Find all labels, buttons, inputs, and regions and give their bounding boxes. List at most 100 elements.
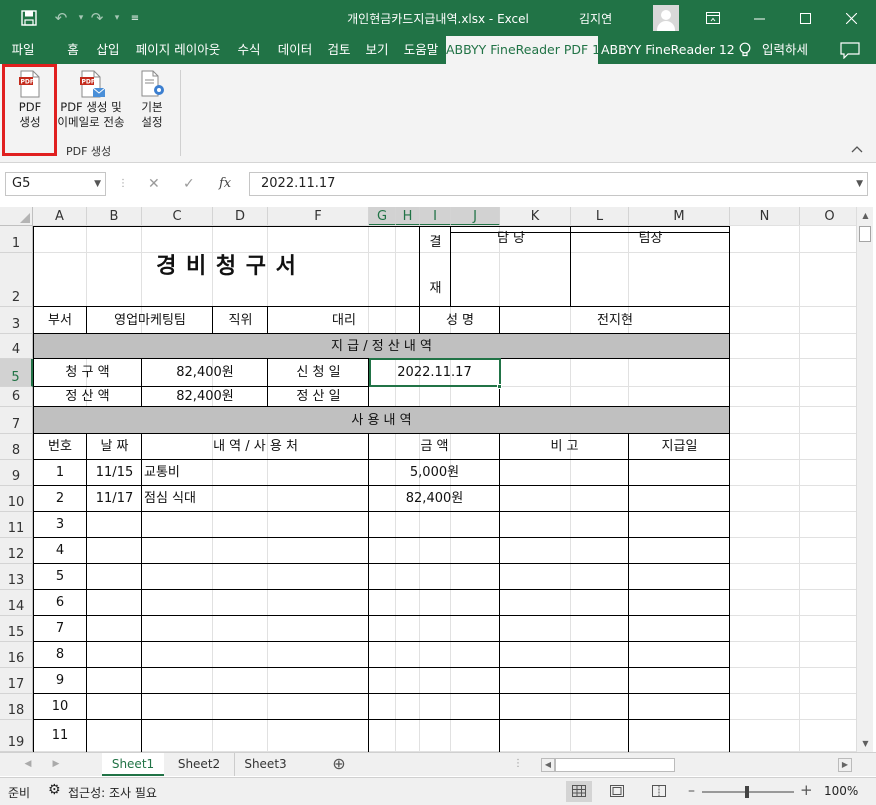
column-header-f[interactable]: F: [268, 207, 369, 226]
row-header-6[interactable]: 6: [0, 387, 33, 407]
settings-document-icon: [141, 70, 164, 97]
zoom-level[interactable]: 100%: [824, 784, 858, 798]
header-pay-date: 지급일: [661, 439, 698, 454]
tab-abbyy-finereader-12[interactable]: ABBYY FineReader 12: [601, 36, 735, 64]
insert-function-button[interactable]: fx: [219, 172, 231, 196]
tab-page-layout[interactable]: 페이지 레이아웃: [130, 36, 226, 64]
row-header-10[interactable]: 10: [0, 486, 33, 512]
row-header-2[interactable]: 2: [0, 253, 33, 307]
more-tabs-icon: ⋮: [513, 758, 523, 769]
cell-border: [33, 615, 730, 616]
tab-help[interactable]: 도움말: [398, 36, 444, 64]
accessibility-status[interactable]: 접근성: 조사 필요: [68, 784, 157, 801]
tab-insert[interactable]: 삽입: [90, 36, 126, 64]
row-header-8[interactable]: 8: [0, 434, 33, 460]
vertical-scrollbar[interactable]: ▲ ▼: [856, 207, 873, 752]
row-header-1[interactable]: 1: [0, 226, 33, 253]
tab-formulas[interactable]: 수식: [232, 36, 266, 64]
request-date-label: 신 청 일: [296, 365, 341, 380]
tab-view[interactable]: 보기: [360, 36, 394, 64]
comments-icon[interactable]: [840, 42, 862, 60]
user-name[interactable]: 김지연: [579, 10, 612, 27]
scroll-tabs-left-icon[interactable]: ◀: [18, 753, 38, 776]
page-layout-icon[interactable]: [610, 785, 624, 800]
sheet-tab-1[interactable]: Sheet1: [102, 753, 164, 776]
new-sheet-icon[interactable]: ⊕: [328, 753, 350, 776]
column-header-c[interactable]: C: [142, 207, 213, 226]
column-header-o[interactable]: O: [800, 207, 860, 226]
name-value: 전지현: [597, 313, 633, 328]
scroll-down-icon[interactable]: ▼: [857, 737, 874, 751]
column-header-k[interactable]: K: [500, 207, 571, 226]
scroll-tabs-right-icon[interactable]: ▶: [46, 753, 66, 776]
enter-icon[interactable]: ✓: [183, 172, 195, 196]
section-title-usage: 사 용 내 역: [351, 413, 412, 428]
cancel-icon[interactable]: ✕: [148, 172, 160, 196]
column-header-j[interactable]: J: [451, 207, 500, 226]
column-header-i[interactable]: I: [420, 207, 451, 226]
create-pdf-email-button[interactable]: PDF PDF 생성 및 이메일로 전송: [52, 70, 130, 130]
select-all-corner[interactable]: [0, 207, 33, 226]
hscroll-left-icon[interactable]: ◀: [541, 758, 555, 772]
maximize-icon[interactable]: [782, 0, 828, 36]
row-header-11[interactable]: 11: [0, 512, 33, 538]
scroll-thumb[interactable]: [859, 226, 871, 242]
avatar[interactable]: [653, 5, 679, 31]
scroll-up-icon[interactable]: ▲: [857, 209, 874, 223]
row-header-13[interactable]: 13: [0, 564, 33, 590]
column-header-h[interactable]: H: [396, 207, 420, 226]
column-header-l[interactable]: L: [571, 207, 629, 226]
tab-file[interactable]: 파일: [6, 36, 40, 64]
page-break-preview-icon[interactable]: [652, 785, 666, 800]
column-header-a[interactable]: A: [33, 207, 87, 226]
tab-home[interactable]: 홈: [60, 36, 86, 64]
row-header-19[interactable]: 19: [0, 720, 33, 752]
close-icon[interactable]: [828, 0, 874, 36]
column-header-m[interactable]: M: [629, 207, 730, 226]
column-header-b[interactable]: B: [87, 207, 142, 226]
sheet-tab-2[interactable]: Sheet2: [168, 753, 230, 776]
collapse-ribbon-icon[interactable]: [850, 143, 864, 155]
row-header-7[interactable]: 7: [0, 407, 33, 434]
approval-label-1: 결: [429, 235, 442, 250]
approver-manager: 담 당: [496, 231, 526, 246]
row-header-9[interactable]: 9: [0, 460, 33, 486]
row-header-15[interactable]: 15: [0, 616, 33, 642]
zoom-slider-thumb[interactable]: [745, 786, 749, 798]
hscroll-right-icon[interactable]: ▶: [838, 758, 852, 772]
row-header-17[interactable]: 17: [0, 668, 33, 694]
expand-formula-bar-icon[interactable]: ▼: [856, 173, 863, 195]
column-header-g[interactable]: G: [369, 207, 396, 226]
item-date: 11/17: [95, 491, 134, 506]
preferences-button[interactable]: 기본 설정: [132, 70, 172, 130]
row-header-12[interactable]: 12: [0, 538, 33, 564]
tab-abbyy-finereader-pdf-15[interactable]: ABBYY FineReader PDF 15: [446, 36, 608, 64]
sheet-tab-3[interactable]: Sheet3: [234, 753, 296, 776]
column-header-n[interactable]: N: [730, 207, 800, 226]
ribbon-display-options-icon[interactable]: [690, 0, 736, 36]
worksheet-grid[interactable]: A B C D F G H I J K L M N O 1 2 3 4 5 6 7 8 9 10 11 12 13 14 15 16 17 1…: [0, 207, 876, 752]
save-icon[interactable]: [14, 0, 44, 36]
column-header-d[interactable]: D: [213, 207, 268, 226]
customize-quick-access-icon[interactable]: ≡: [120, 0, 150, 36]
row-header-5[interactable]: 5: [0, 359, 33, 387]
item-description: 점심 식대: [144, 491, 196, 506]
row-header-4[interactable]: 4: [0, 334, 33, 359]
name-box[interactable]: G5 ▼: [5, 172, 106, 196]
formula-input[interactable]: 2022.11.17 ▼: [249, 172, 868, 196]
minimize-icon[interactable]: [736, 0, 782, 36]
chevron-down-icon[interactable]: ▼: [94, 173, 101, 195]
tab-review[interactable]: 검토: [322, 36, 356, 64]
lightbulb-icon[interactable]: [737, 42, 753, 58]
zoom-in-icon[interactable]: +: [800, 781, 813, 799]
row-header-18[interactable]: 18: [0, 694, 33, 720]
tab-data[interactable]: 데이터: [272, 36, 318, 64]
row-header-3[interactable]: 3: [0, 307, 33, 334]
row-header-16[interactable]: 16: [0, 642, 33, 668]
hscroll-thumb[interactable]: [555, 758, 675, 772]
zoom-out-icon[interactable]: –: [688, 783, 695, 799]
row-header-14[interactable]: 14: [0, 590, 33, 616]
normal-view-icon[interactable]: [566, 781, 592, 802]
claim-amount-value: 82,400원: [176, 365, 234, 380]
tell-me-search[interactable]: 입력하세: [762, 36, 822, 64]
